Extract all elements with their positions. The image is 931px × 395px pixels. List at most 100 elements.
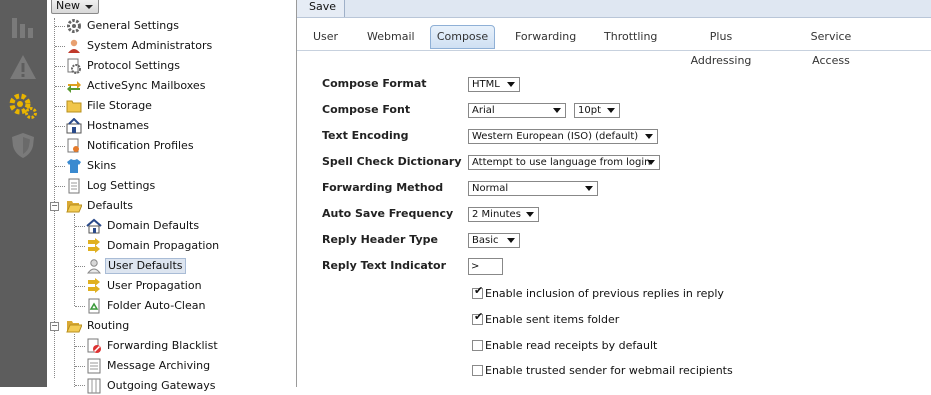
tree-item-label: Notification Profiles xyxy=(87,139,194,152)
house-icon xyxy=(86,218,102,234)
sent-items-folder-label: Enable sent items folder xyxy=(485,313,620,326)
trusted-sender-label: Enable trusted sender for webmail recipi… xyxy=(485,364,733,377)
admin-user-icon xyxy=(68,39,80,53)
tree-connector xyxy=(55,26,65,27)
archive-icon xyxy=(87,358,101,374)
tree-connector xyxy=(55,46,65,47)
reply-indicator-label: Reply Text Indicator xyxy=(322,259,447,272)
chevron-down-icon xyxy=(507,238,515,243)
tree-connector xyxy=(74,334,75,387)
folder-open-icon xyxy=(66,201,82,213)
reply-header-label: Reply Header Type xyxy=(322,233,438,246)
tree-item-label: Defaults xyxy=(87,199,133,212)
tree-item-label: System Administrators xyxy=(87,39,213,52)
auto-save-label: Auto Save Frequency xyxy=(322,207,454,220)
auto-save-select[interactable]: 2 Minutes xyxy=(468,207,539,222)
reply-indicator-input[interactable]: > xyxy=(468,258,503,275)
compose-font-size-value: 10pt xyxy=(578,105,601,116)
tree-item-label: Domain Propagation xyxy=(107,239,220,252)
shirt-icon xyxy=(67,159,81,173)
collapse-toggle-icon[interactable]: − xyxy=(50,202,59,211)
main-content: Save User Webmail Compose Forwarding Thr… xyxy=(297,0,931,387)
spell-check-value: Attempt to use language from login xyxy=(472,157,651,168)
trusted-sender-checkbox[interactable] xyxy=(472,365,483,376)
tree-connector xyxy=(75,385,85,386)
tree-item-label: File Storage xyxy=(87,99,152,112)
tree-item-label: User Defaults xyxy=(105,258,186,274)
tab-user[interactable]: User xyxy=(313,25,338,49)
document-icon xyxy=(68,178,80,194)
tab-webmail[interactable]: Webmail xyxy=(367,25,415,49)
tree-connector xyxy=(75,346,85,347)
tree-item-label: ActiveSync Mailboxes xyxy=(87,79,206,92)
tree-connector xyxy=(74,214,75,306)
tab-plus-addressing[interactable]: Plus Addressing xyxy=(680,25,762,67)
text-encoding-select[interactable]: Western European (ISO) (default) xyxy=(468,129,658,144)
tab-compose[interactable]: Compose xyxy=(430,25,495,49)
chevron-down-icon xyxy=(507,82,515,87)
chevron-down-icon xyxy=(553,108,561,113)
forwarding-method-select[interactable]: Normal xyxy=(468,181,598,196)
tree-connector xyxy=(75,286,85,287)
folder-icon xyxy=(66,100,82,113)
compose-font-size-select[interactable]: 10pt xyxy=(574,103,620,118)
tab-forwarding[interactable]: Forwarding xyxy=(515,25,576,49)
text-encoding-label: Text Encoding xyxy=(322,129,409,142)
notification-icon xyxy=(67,138,79,153)
chevron-down-icon xyxy=(85,5,93,9)
tree-connector xyxy=(55,126,65,127)
warning-icon[interactable] xyxy=(8,52,38,82)
checkmark-icon: ✔ xyxy=(474,284,484,297)
text-encoding-value: Western European (ISO) (default) xyxy=(472,131,639,142)
sync-icon xyxy=(67,81,81,93)
save-button[interactable]: Save xyxy=(297,0,345,17)
collapse-toggle-icon[interactable]: − xyxy=(50,322,59,331)
tree-connector xyxy=(75,366,85,367)
tab-service-access[interactable]: Service Access xyxy=(791,25,871,67)
spell-check-label: Spell Check Dictionary xyxy=(322,155,462,168)
spell-check-select[interactable]: Attempt to use language from login xyxy=(468,155,660,170)
tree-item-label: User Propagation xyxy=(107,279,202,292)
new-button[interactable]: New xyxy=(51,0,99,14)
tree-connector xyxy=(75,246,85,247)
forwarding-method-value: Normal xyxy=(472,183,509,194)
recycle-icon xyxy=(88,298,100,314)
tree-connector xyxy=(55,106,65,107)
reports-icon[interactable] xyxy=(8,10,38,40)
read-receipts-checkbox[interactable] xyxy=(472,340,483,351)
user-icon xyxy=(86,259,102,274)
propagation-icon xyxy=(88,238,100,253)
gateway-icon xyxy=(87,378,101,394)
reply-header-value: Basic xyxy=(472,235,499,246)
security-shield-icon[interactable] xyxy=(8,130,38,160)
compose-format-select[interactable]: HTML xyxy=(468,77,520,92)
checkmark-icon: ✔ xyxy=(474,310,484,323)
folder-open-icon xyxy=(66,321,82,333)
app-nav-rail xyxy=(0,0,47,387)
include-previous-replies-label: Enable inclusion of previous replies in … xyxy=(485,287,724,300)
propagation-icon xyxy=(88,278,100,293)
settings-gear-icon[interactable] xyxy=(8,90,38,120)
tree-connector xyxy=(75,226,85,227)
compose-format-label: Compose Format xyxy=(322,77,427,90)
include-previous-replies-checkbox[interactable]: ✔ xyxy=(472,284,484,299)
tree-item-label: Message Archiving xyxy=(107,359,211,372)
tree-item-label: Folder Auto-Clean xyxy=(107,299,206,312)
tree-item-label: General Settings xyxy=(87,19,179,32)
tree-item-label: Protocol Settings xyxy=(87,59,180,72)
hostnames-icon xyxy=(66,118,82,134)
compose-font-value: Arial xyxy=(472,105,495,116)
action-toolbar: Save xyxy=(297,0,931,18)
compose-font-select[interactable]: Arial xyxy=(468,103,566,118)
read-receipts-label: Enable read receipts by default xyxy=(485,339,658,352)
tree-item-label: Forwarding Blacklist xyxy=(107,339,218,352)
sent-items-folder-checkbox[interactable]: ✔ xyxy=(472,310,484,325)
reply-header-select[interactable]: Basic xyxy=(468,233,520,248)
tab-throttling[interactable]: Throttling xyxy=(604,25,657,49)
tree-item-label: Routing xyxy=(87,319,130,332)
compose-format-value: HTML xyxy=(472,79,500,90)
protocol-icon xyxy=(67,58,81,74)
tree-connector xyxy=(55,166,65,167)
tree-item-label: Domain Defaults xyxy=(107,219,200,232)
forwarding-method-label: Forwarding Method xyxy=(322,181,444,194)
